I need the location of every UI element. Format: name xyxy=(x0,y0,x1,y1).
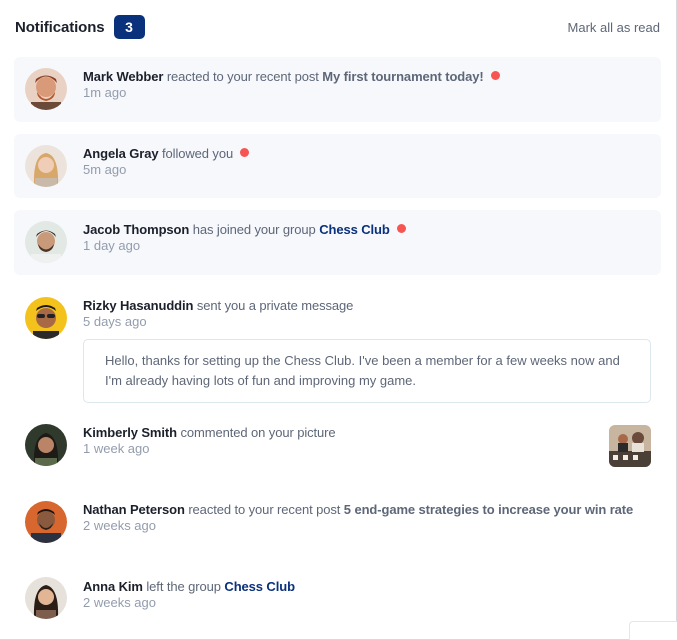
avatar[interactable] xyxy=(25,145,67,187)
notification-action: left the group xyxy=(146,579,221,594)
notification-text: Nathan Peterson reacted to your recent p… xyxy=(83,502,633,518)
post-link[interactable]: My first tournament today! xyxy=(322,69,483,84)
user-name-link[interactable]: Anna Kim xyxy=(83,579,143,594)
notification-text: Angela Gray followed you xyxy=(83,146,250,162)
notification-item[interactable]: Angela Gray followed you 5m ago xyxy=(14,134,661,198)
group-link[interactable]: Chess Club xyxy=(319,222,390,237)
user-name-link[interactable]: Angela Gray xyxy=(83,146,159,161)
notification-time: 1 day ago xyxy=(83,238,141,253)
notification-action: has joined your group xyxy=(192,222,316,237)
unread-dot-icon xyxy=(396,224,406,233)
notification-item[interactable]: Jacob Thompson has joined your group Che… xyxy=(14,210,661,275)
mark-all-as-read-button[interactable]: Mark all as read xyxy=(568,20,660,35)
notification-action: sent you a private message xyxy=(196,298,354,313)
notification-text: Jacob Thompson has joined your group Che… xyxy=(83,222,406,238)
notification-time: 5 days ago xyxy=(83,314,147,329)
unread-dot-icon xyxy=(240,148,250,157)
notification-time: 2 weeks ago xyxy=(83,595,156,610)
user-name-link[interactable]: Nathan Peterson xyxy=(83,502,185,517)
avatar[interactable] xyxy=(25,501,67,543)
notification-item[interactable]: Kimberly Smith commented on your picture… xyxy=(14,413,661,478)
notification-text: Anna Kim left the group Chess Club xyxy=(83,579,295,595)
notification-item[interactable]: Mark Webber reacted to your recent post … xyxy=(14,57,661,122)
notification-text: Kimberly Smith commented on your picture xyxy=(83,425,336,441)
notification-text: Mark Webber reacted to your recent post … xyxy=(83,69,500,85)
notification-item[interactable]: Rizky Hasanuddin sent you a private mess… xyxy=(14,286,661,403)
notification-time: 5m ago xyxy=(83,162,127,177)
user-name-link[interactable]: Mark Webber xyxy=(83,69,163,84)
notification-time: 2 weeks ago xyxy=(83,518,156,533)
notification-text: Rizky Hasanuddin sent you a private mess… xyxy=(83,298,353,314)
notification-item[interactable]: Anna Kim left the group Chess Club 2 wee… xyxy=(14,566,661,631)
page-title: Notifications xyxy=(15,18,105,36)
notification-action: reacted to your recent post xyxy=(166,69,319,84)
notifications-panel: Notifications 3 Mark all as read Mark We… xyxy=(0,0,677,640)
notification-time: 1 week ago xyxy=(83,441,150,456)
notification-action: followed you xyxy=(162,146,234,161)
notification-item[interactable]: Nathan Peterson reacted to your recent p… xyxy=(14,490,661,554)
corner-widget-button[interactable] xyxy=(629,621,677,640)
notification-time: 1m ago xyxy=(83,85,127,100)
post-link[interactable]: 5 end-game strategies to increase your w… xyxy=(344,502,633,517)
avatar[interactable] xyxy=(25,297,67,339)
avatar[interactable] xyxy=(25,221,67,263)
unread-dot-icon xyxy=(490,71,500,80)
avatar[interactable] xyxy=(25,577,67,619)
notification-action: commented on your picture xyxy=(180,425,336,440)
commented-picture-thumbnail[interactable] xyxy=(609,425,651,467)
notification-action: reacted to your recent post xyxy=(188,502,341,517)
user-name-link[interactable]: Rizky Hasanuddin xyxy=(83,298,193,313)
private-message-preview[interactable]: Hello, thanks for setting up the Chess C… xyxy=(83,339,651,403)
title-group: Notifications 3 xyxy=(15,15,145,39)
user-name-link[interactable]: Jacob Thompson xyxy=(83,222,189,237)
unread-count-badge: 3 xyxy=(113,15,145,39)
group-link[interactable]: Chess Club xyxy=(224,579,295,594)
avatar[interactable] xyxy=(25,424,67,466)
user-name-link[interactable]: Kimberly Smith xyxy=(83,425,177,440)
avatar[interactable] xyxy=(25,68,67,110)
notifications-header: Notifications 3 Mark all as read xyxy=(15,14,660,40)
